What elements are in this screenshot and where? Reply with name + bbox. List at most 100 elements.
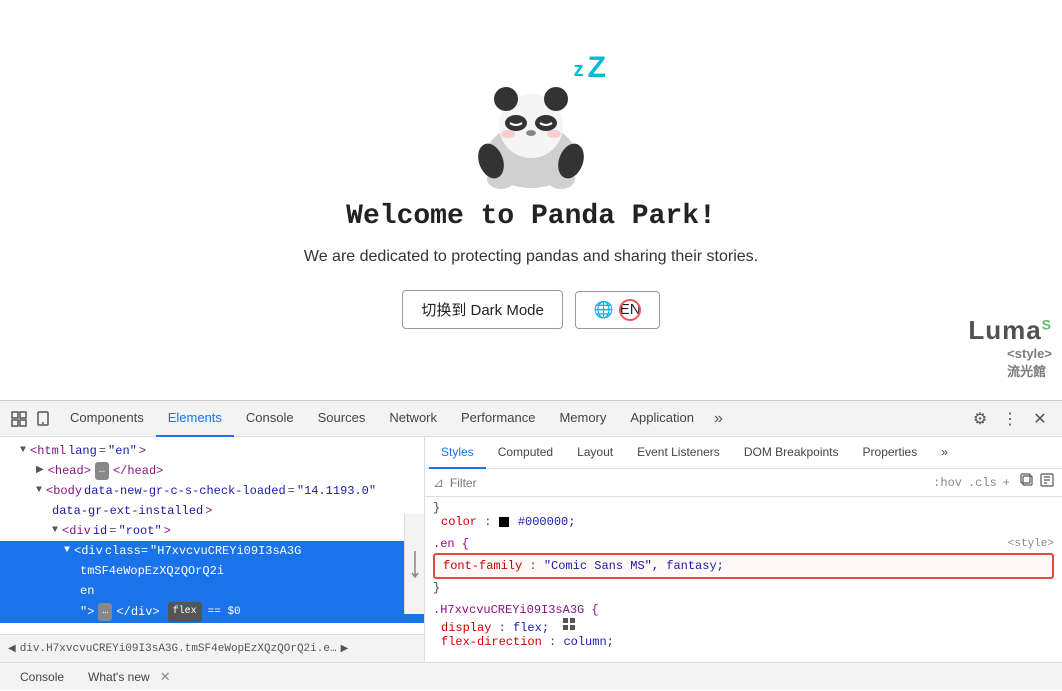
zzz-decoration: z Z: [574, 51, 606, 85]
welcome-subtitle: We are dedicated to protecting pandas an…: [304, 248, 758, 266]
luma-sub: <style>流光館: [1007, 346, 1052, 380]
dom-val-id: "root": [118, 522, 161, 540]
flex-badge: flex: [168, 602, 202, 622]
copy-icon[interactable]: [1020, 473, 1034, 492]
inspect-icon[interactable]: [10, 410, 28, 428]
tab-elements[interactable]: Elements: [156, 401, 234, 437]
styles-rule-en: .en { <style> font-family : "Comic Sans …: [433, 537, 1054, 595]
devtools-panel: Components Elements Console Sources Netw…: [0, 400, 1062, 690]
filter-input[interactable]: [450, 476, 927, 490]
settings-icon[interactable]: ⚙: [966, 405, 994, 433]
prop-val-flexdir: column;: [563, 635, 613, 649]
expand-arrow[interactable]: ▼: [20, 442, 26, 460]
h7x-prop-flexdir[interactable]: flex-direction : column;: [433, 635, 1054, 649]
dom-attr-lang: lang: [68, 442, 97, 460]
h7x-rule-header: .H7xvcvuCREYi09I3sA3G {: [433, 603, 1054, 617]
dom-classname-part2: tmSF4eWopEzXQzQOrQ2i: [80, 562, 224, 580]
dom-panel: ▼ <html lang="en" > ▶ <head> … </head> ▼…: [0, 437, 425, 662]
add-rule-btn[interactable]: +: [1003, 476, 1010, 490]
dom-tag-html: <html: [30, 442, 66, 460]
tab-sources[interactable]: Sources: [306, 401, 378, 437]
tab-application[interactable]: Application: [618, 401, 706, 437]
flex-grid-icon: [562, 621, 576, 635]
bottom-tab-whatsnew[interactable]: What's new ✕: [76, 663, 183, 691]
devtools-main-area: ▼ <html lang="en" > ▶ <head> … </head> ▼…: [0, 437, 1062, 662]
dom-line-root[interactable]: ▼ <div id="root" >: [0, 521, 424, 541]
zzz-small: z: [574, 59, 584, 93]
close-devtools-icon[interactable]: ✕: [1026, 405, 1054, 433]
subtab-event-listeners[interactable]: Event Listeners: [625, 437, 732, 469]
dom-line-inner-div[interactable]: ▼ <div class="H7xvcvuCREYi09I3sA3G: [0, 541, 424, 561]
styles-filter-bar: ⊿ :hov .cls +: [425, 469, 1062, 497]
panda-illustration: z Z: [466, 71, 596, 201]
dom-line-classname2[interactable]: tmSF4eWopEzXQzQOrQ2i: [0, 561, 424, 581]
subtab-properties[interactable]: Properties: [851, 437, 930, 469]
dom-body-gt: >: [205, 502, 212, 520]
prop-name-flexdir: flex-direction: [441, 635, 542, 649]
luma-watermark: LumaS <style>流光館: [968, 315, 1052, 380]
whatsnew-close-button[interactable]: ✕: [160, 669, 171, 685]
subtab-computed[interactable]: Computed: [486, 437, 565, 469]
filter-icon: ⊿: [433, 475, 444, 491]
dom-root-gt: >: [164, 522, 171, 540]
dom-line-body[interactable]: ▼ <body data-new-gr-c-s-check-loaded="14…: [0, 481, 424, 501]
tab-console[interactable]: Console: [234, 401, 306, 437]
h7x-prop-display[interactable]: display : flex;: [433, 617, 1054, 635]
subtab-styles[interactable]: Styles: [429, 437, 486, 469]
styles-prop-line-color[interactable]: color : #000000;: [433, 515, 1054, 529]
dom-breadcrumb: ◀ div.H7xvcvuCREYi09I3sA3G.tmSF4eWopEzXQ…: [0, 634, 424, 662]
dom-attr-class: class=: [105, 542, 148, 560]
prop-val-color: #000000;: [518, 515, 576, 529]
dom-line-classname4[interactable]: "> … </div> flex == $0: [0, 601, 424, 623]
head-collapsed-badge: …: [95, 462, 109, 480]
dom-line-body-attr[interactable]: data-gr-ext-installed>: [0, 501, 424, 521]
tab-performance[interactable]: Performance: [449, 401, 547, 437]
dom-close-inner: ">: [80, 603, 94, 621]
tab-memory[interactable]: Memory: [547, 401, 618, 437]
more-options-icon[interactable]: ⋮: [996, 405, 1024, 433]
dom-line-head[interactable]: ▶ <head> … </head>: [0, 461, 424, 481]
subtab-more[interactable]: »: [929, 437, 960, 469]
root-arrow[interactable]: ▼: [52, 522, 58, 540]
more-tabs-button[interactable]: »: [706, 401, 731, 437]
dom-val-lang: "en": [108, 442, 137, 460]
bottom-console-label: Console: [20, 670, 64, 684]
prop-name-color: color: [441, 515, 477, 529]
dom-attr-id: id: [93, 522, 107, 540]
color-swatch: [499, 517, 509, 527]
tab-memory-label: Memory: [559, 410, 606, 425]
dom-line-classname3[interactable]: en: [0, 581, 424, 601]
head-arrow[interactable]: ▶: [36, 462, 44, 480]
bottom-tab-console[interactable]: Console: [8, 663, 76, 691]
tab-components[interactable]: Components: [58, 401, 156, 437]
devtools-right-icons: ⚙ ⋮ ✕: [966, 405, 1058, 433]
tab-elements-label: Elements: [168, 410, 222, 425]
dark-mode-button[interactable]: 切换到 Dark Mode: [402, 290, 563, 329]
welcome-title: Welcome to Panda Park!: [346, 201, 716, 232]
body-arrow[interactable]: ▼: [36, 482, 42, 500]
breadcrumb-left-arrow[interactable]: ◀: [8, 643, 16, 655]
language-button[interactable]: 🌐 EN: [575, 291, 660, 329]
cls-hint: .cls: [968, 476, 997, 490]
inspect-styles-icon[interactable]: [1040, 473, 1054, 492]
dom-tag-head: <head>: [48, 462, 91, 480]
tab-network-label: Network: [389, 410, 437, 425]
dom-tag-div: <div: [62, 522, 91, 540]
subtab-layout[interactable]: Layout: [565, 437, 625, 469]
breadcrumb-right-arrow[interactable]: ▶: [341, 643, 349, 655]
dom-val-class: "H7xvcvuCREYi09I3sA3G: [150, 542, 301, 560]
tab-network[interactable]: Network: [377, 401, 449, 437]
filter-hint: :hov: [933, 476, 962, 490]
dom-tag-head-close: </head>: [113, 462, 163, 480]
styles-subtabs: Styles Computed Layout Event Listeners D…: [425, 437, 1062, 469]
dom-line-html[interactable]: ▼ <html lang="en" >: [0, 441, 424, 461]
en-selector: .en {: [433, 537, 469, 551]
action-buttons: 切换到 Dark Mode 🌐 EN: [402, 290, 659, 329]
luma-brand: LumaS: [968, 315, 1052, 346]
prop-name-font: font-family: [443, 559, 522, 573]
dom-tag-inner-close: </div>: [116, 603, 159, 621]
subtab-dom-breakpoints[interactable]: DOM Breakpoints: [732, 437, 851, 469]
en-rule-header: .en { <style>: [433, 537, 1054, 551]
inner-arrow[interactable]: ▼: [64, 542, 70, 560]
device-icon[interactable]: [34, 410, 52, 428]
